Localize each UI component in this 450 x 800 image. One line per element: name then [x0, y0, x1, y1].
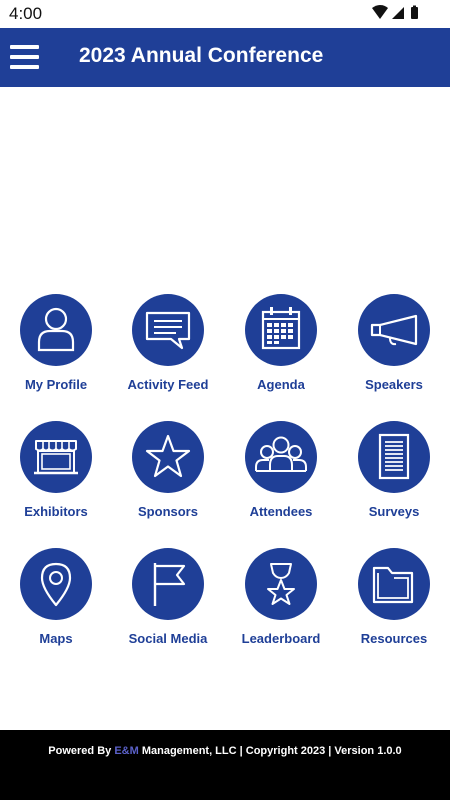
tile-speakers[interactable]: Speakers [338, 294, 450, 404]
app-bar: 2023 Annual Conference [0, 28, 450, 87]
person-icon [37, 307, 75, 352]
footer-text: Powered By E&M Management, LLC | Copyrig… [0, 745, 450, 757]
tile-resources[interactable]: Resources [338, 548, 450, 658]
tile-label: Maps [39, 631, 73, 646]
tile-circle [132, 548, 204, 620]
tile-label: Surveys [368, 504, 420, 519]
tile-label: Social Media [128, 631, 208, 646]
tile-attendees[interactable]: Attendees [225, 421, 337, 531]
tile-circle [245, 294, 317, 366]
status-bar: 4:00 [0, 0, 450, 28]
tile-circle [132, 421, 204, 493]
tile-label: Sponsors [138, 504, 198, 519]
tile-circle [358, 548, 430, 620]
tile-exhibitors[interactable]: Exhibitors [0, 421, 112, 531]
wifi-icon [372, 5, 388, 19]
tile-agenda[interactable]: Agenda [225, 294, 337, 404]
tile-surveys[interactable]: Surveys [338, 421, 450, 531]
signal-icon [392, 7, 404, 19]
tile-label: Attendees [249, 504, 313, 519]
star-icon [145, 434, 191, 478]
tile-label: Agenda [257, 377, 305, 392]
tile-label: Speakers [365, 377, 423, 392]
tile-social-media[interactable]: Social Media [112, 548, 224, 658]
battery-icon [411, 5, 418, 19]
tile-leaderboard[interactable]: Leaderboard [225, 548, 337, 658]
group-icon [255, 436, 307, 472]
tile-label: Exhibitors [24, 504, 88, 519]
footer: Powered By E&M Management, LLC | Copyrig… [0, 730, 450, 800]
status-icons [372, 5, 420, 21]
folder-icon [372, 566, 414, 604]
document-list-icon [378, 433, 410, 480]
tile-label: Activity Feed [127, 377, 209, 392]
chat-bubble-icon [145, 311, 191, 350]
storefront-icon [34, 440, 78, 475]
trophy-star-icon [267, 563, 295, 605]
tile-maps[interactable]: Maps [0, 548, 112, 658]
tile-circle [20, 421, 92, 493]
tile-circle [358, 294, 430, 366]
hamburger-menu-icon[interactable] [10, 44, 40, 70]
tile-circle [245, 548, 317, 620]
footer-suffix: Management, LLC | Copyright 2023 | Versi… [138, 745, 402, 757]
tile-my-profile[interactable]: My Profile [0, 294, 112, 404]
tile-label: My Profile [24, 377, 88, 392]
tile-circle [245, 421, 317, 493]
flag-icon [153, 563, 186, 606]
calendar-icon [261, 307, 301, 350]
tile-circle [20, 548, 92, 620]
megaphone-icon [370, 314, 418, 346]
tile-sponsors[interactable]: Sponsors [112, 421, 224, 531]
status-time: 4:00 [9, 4, 43, 23]
page-title: 2023 Annual Conference [79, 44, 324, 67]
tile-label: Leaderboard [241, 631, 321, 646]
map-pin-icon [40, 562, 72, 607]
tile-activity-feed[interactable]: Activity Feed [112, 294, 224, 404]
footer-prefix: Powered By [48, 745, 115, 757]
tile-circle [132, 294, 204, 366]
tile-circle [20, 294, 92, 366]
tile-circle [358, 421, 430, 493]
tile-label: Resources [360, 631, 428, 646]
footer-brand: E&M [114, 745, 139, 757]
